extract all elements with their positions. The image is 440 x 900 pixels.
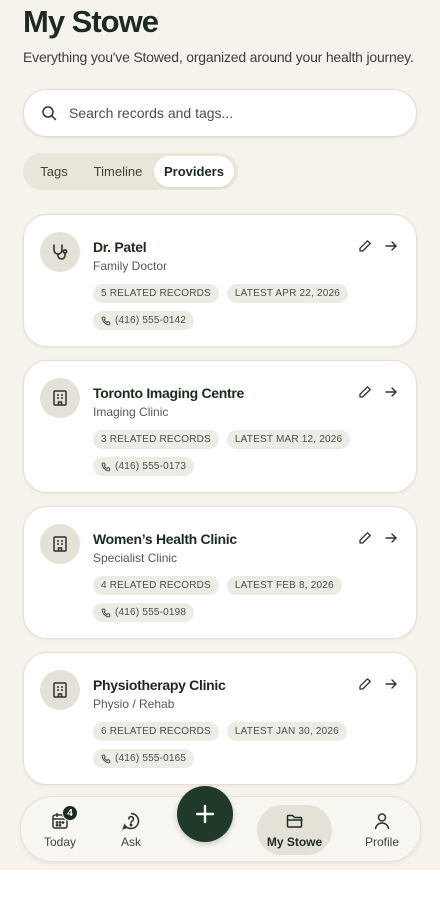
records-count-chip: 5 RELATED RECORDS bbox=[93, 284, 219, 303]
phone-number: (416) 555-0173 bbox=[115, 461, 187, 472]
app-screen: My Stowe Everything you've Stowed, organ… bbox=[0, 0, 440, 870]
provider-type: Specialist Clinic bbox=[93, 551, 178, 565]
add-button[interactable] bbox=[177, 786, 233, 842]
phone-icon bbox=[101, 461, 111, 471]
view-switcher: Tags Timeline Providers bbox=[23, 153, 238, 190]
page-subtitle: Everything you've Stowed, organized arou… bbox=[23, 49, 414, 65]
provider-card[interactable]: Physiotherapy Clinic Physio / Rehab 6 RE… bbox=[23, 652, 417, 785]
search-icon bbox=[40, 104, 58, 122]
building-icon bbox=[40, 524, 80, 564]
building-icon bbox=[40, 378, 80, 418]
nav-profile-label: Profile bbox=[364, 835, 399, 849]
provider-name: Toronto Imaging Centre bbox=[93, 385, 245, 401]
arrow-right-icon[interactable] bbox=[382, 237, 400, 255]
nav-my-stowe-label: My Stowe bbox=[266, 835, 323, 849]
edit-icon[interactable] bbox=[356, 237, 374, 255]
records-count-chip: 6 RELATED RECORDS bbox=[93, 722, 219, 741]
nav-today-label: Today bbox=[43, 835, 77, 849]
edit-icon[interactable] bbox=[356, 529, 374, 547]
arrow-right-icon[interactable] bbox=[382, 675, 400, 693]
provider-card[interactable]: Women’s Health Clinic Specialist Clinic … bbox=[23, 506, 417, 639]
records-count-chip: 3 RELATED RECORDS bbox=[93, 430, 219, 449]
phone-icon bbox=[101, 607, 111, 617]
latest-date-chip: LATEST JAN 30, 2026 bbox=[226, 722, 347, 741]
latest-date-chip: LATEST FEB 8, 2026 bbox=[226, 576, 342, 595]
phone-chip[interactable]: (416) 555-0173 bbox=[93, 457, 195, 476]
plus-icon bbox=[195, 804, 215, 824]
question-icon bbox=[122, 812, 140, 830]
phone-number: (416) 555-0142 bbox=[115, 315, 187, 326]
phone-icon bbox=[101, 315, 111, 325]
provider-card[interactable]: Toronto Imaging Centre Imaging Clinic 3 … bbox=[23, 360, 417, 493]
phone-chip[interactable]: (416) 555-0142 bbox=[93, 311, 195, 330]
latest-date-chip: LATEST MAR 12, 2026 bbox=[226, 430, 351, 449]
provider-name: Physiotherapy Clinic bbox=[93, 677, 226, 693]
stethoscope-icon bbox=[40, 232, 80, 272]
building-icon bbox=[40, 670, 80, 710]
nav-ask-label: Ask bbox=[120, 835, 141, 849]
records-count-chip: 4 RELATED RECORDS bbox=[93, 576, 219, 595]
tab-tags[interactable]: Tags bbox=[26, 156, 82, 187]
provider-type: Physio / Rehab bbox=[93, 697, 175, 711]
arrow-right-icon[interactable] bbox=[382, 529, 400, 547]
nav-my-stowe[interactable]: My Stowe bbox=[257, 805, 332, 855]
latest-date-chip: LATEST APR 22, 2026 bbox=[226, 284, 349, 303]
folder-icon bbox=[286, 814, 302, 828]
edit-icon[interactable] bbox=[356, 675, 374, 693]
provider-type: Imaging Clinic bbox=[93, 405, 169, 419]
arrow-right-icon[interactable] bbox=[382, 383, 400, 401]
phone-chip[interactable]: (416) 555-0198 bbox=[93, 603, 195, 622]
provider-type: Family Doctor bbox=[93, 259, 168, 273]
phone-number: (416) 555-0165 bbox=[115, 753, 187, 764]
user-icon bbox=[374, 813, 390, 830]
nav-profile[interactable]: Profile bbox=[362, 797, 402, 863]
provider-card[interactable]: Dr. Patel Family Doctor 5 RELATED RECORD… bbox=[23, 214, 417, 347]
provider-name: Dr. Patel bbox=[93, 239, 147, 255]
tab-providers[interactable]: Providers bbox=[154, 156, 234, 187]
tab-timeline[interactable]: Timeline bbox=[82, 156, 154, 187]
nav-ask[interactable]: Ask bbox=[113, 797, 149, 863]
notification-badge: 4 bbox=[62, 805, 78, 821]
phone-icon bbox=[101, 753, 111, 763]
search-input[interactable]: Search records and tags... bbox=[23, 89, 417, 137]
search-placeholder: Search records and tags... bbox=[69, 105, 234, 121]
edit-icon[interactable] bbox=[356, 383, 374, 401]
phone-number: (416) 555-0198 bbox=[115, 607, 187, 618]
phone-chip[interactable]: (416) 555-0165 bbox=[93, 749, 195, 768]
nav-today[interactable]: Today 4 bbox=[39, 797, 81, 863]
provider-name: Women’s Health Clinic bbox=[93, 531, 237, 547]
page-title: My Stowe bbox=[23, 4, 159, 39]
